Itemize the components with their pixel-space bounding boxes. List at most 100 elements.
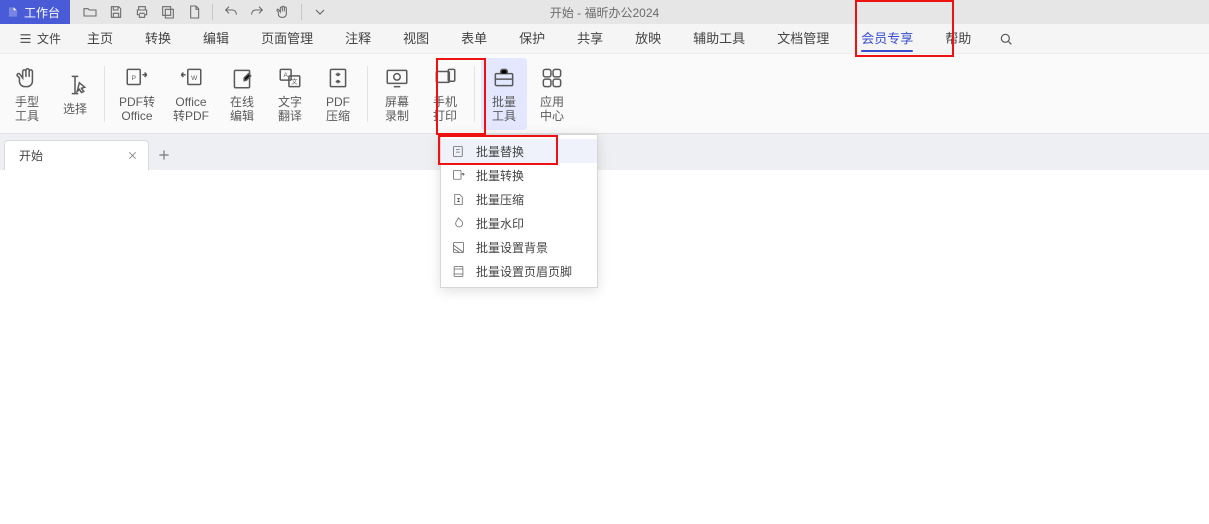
ribbon-translate[interactable]: A文 文字 翻译 bbox=[267, 58, 313, 130]
ribbon-screen-record[interactable]: 屏幕 录制 bbox=[374, 58, 420, 130]
file-menu[interactable]: 文件 bbox=[10, 26, 69, 52]
menu-view[interactable]: 视图 bbox=[389, 24, 443, 54]
redo-icon bbox=[249, 4, 265, 20]
ribbon-app-center[interactable]: 应用 中心 bbox=[529, 58, 575, 130]
dd-batch-replace[interactable]: 批量替换 bbox=[441, 139, 597, 163]
menu-home[interactable]: 主页 bbox=[73, 24, 127, 54]
ribbon-hand-tool[interactable]: 手型 工具 bbox=[4, 58, 50, 130]
hand-icon bbox=[275, 4, 291, 20]
menu-search-button[interactable] bbox=[995, 28, 1017, 50]
menu-convert[interactable]: 转换 bbox=[131, 24, 185, 54]
menu-present[interactable]: 放映 bbox=[621, 24, 675, 54]
cursor-text-icon bbox=[62, 72, 88, 98]
menu-protect[interactable]: 保护 bbox=[505, 24, 559, 54]
save-button[interactable] bbox=[104, 1, 128, 23]
save-as-button[interactable] bbox=[156, 1, 180, 23]
ribbon-label: 应用 中心 bbox=[540, 95, 564, 123]
qat-customize-button[interactable] bbox=[308, 1, 332, 23]
convert-icon: P bbox=[124, 65, 150, 91]
menu-tools[interactable]: 辅助工具 bbox=[679, 24, 759, 54]
ribbon-pdf-to-office[interactable]: P PDF转 Office bbox=[111, 58, 163, 130]
dd-batch-header-footer[interactable]: 批量设置页眉页脚 bbox=[441, 259, 597, 283]
new-button[interactable] bbox=[182, 1, 206, 23]
svg-text:W: W bbox=[191, 75, 198, 82]
dd-label: 批量设置背景 bbox=[476, 239, 548, 256]
menu-label: 注释 bbox=[345, 31, 371, 46]
folder-open-icon bbox=[82, 4, 98, 20]
dd-batch-background[interactable]: 批量设置背景 bbox=[441, 235, 597, 259]
ribbon-online-edit[interactable]: 在线 编辑 bbox=[219, 58, 265, 130]
ribbon-select[interactable]: 选择 bbox=[52, 58, 98, 130]
dd-batch-convert[interactable]: 批量转换 bbox=[441, 163, 597, 187]
qat-separator bbox=[212, 4, 213, 20]
ribbon-mobile-print[interactable]: 手机 打印 bbox=[422, 58, 468, 130]
ribbon-compress[interactable]: PDF 压缩 bbox=[315, 58, 361, 130]
open-button[interactable] bbox=[78, 1, 102, 23]
convert-icon bbox=[451, 168, 466, 183]
dd-batch-watermark[interactable]: 批量水印 bbox=[441, 211, 597, 235]
svg-text:A: A bbox=[283, 71, 288, 78]
ribbon-label: 屏幕 录制 bbox=[385, 95, 409, 123]
dd-label: 批量设置页眉页脚 bbox=[476, 263, 572, 280]
menu-label: 表单 bbox=[461, 31, 487, 46]
dd-label: 批量转换 bbox=[476, 167, 524, 184]
print-icon bbox=[134, 4, 150, 20]
menu-help[interactable]: 帮助 bbox=[931, 24, 985, 54]
watermark-icon bbox=[451, 216, 466, 231]
compress-icon bbox=[325, 65, 351, 91]
ribbon-label: 在线 编辑 bbox=[230, 95, 254, 123]
hamburger-icon bbox=[18, 31, 33, 46]
menu-label: 视图 bbox=[403, 31, 429, 46]
svg-text:文: 文 bbox=[291, 76, 298, 85]
menu-member[interactable]: 会员专享 bbox=[847, 24, 927, 54]
menu-label: 主页 bbox=[87, 31, 113, 46]
app-logo-icon bbox=[6, 5, 20, 19]
menu-form[interactable]: 表单 bbox=[447, 24, 501, 54]
dd-label: 批量压缩 bbox=[476, 191, 524, 208]
menu-label: 帮助 bbox=[945, 31, 971, 46]
ribbon-batch-tools[interactable]: 批量 工具 bbox=[481, 58, 527, 130]
file-menu-label: 文件 bbox=[37, 30, 61, 47]
menu-label: 共享 bbox=[577, 31, 603, 46]
dd-batch-compress[interactable]: 批量压缩 bbox=[441, 187, 597, 211]
hand-button[interactable] bbox=[271, 1, 295, 23]
close-tab-button[interactable] bbox=[124, 148, 140, 164]
background-icon bbox=[451, 240, 466, 255]
undo-button[interactable] bbox=[219, 1, 243, 23]
workspace-label: 工作台 bbox=[24, 4, 60, 21]
new-doc-icon bbox=[186, 4, 202, 20]
ribbon-label: 文字 翻译 bbox=[278, 95, 302, 123]
ribbon-label: 手型 工具 bbox=[15, 95, 39, 123]
ribbon-separator bbox=[474, 66, 475, 122]
menu-page[interactable]: 页面管理 bbox=[247, 24, 327, 54]
menu-share[interactable]: 共享 bbox=[563, 24, 617, 54]
ribbon-office-to-pdf[interactable]: W Office 转PDF bbox=[165, 58, 217, 130]
replace-icon bbox=[451, 144, 466, 159]
new-tab-button[interactable] bbox=[149, 140, 179, 170]
qat-separator bbox=[301, 4, 302, 20]
ribbon-label: PDF 压缩 bbox=[326, 95, 350, 123]
ribbon-label: Office 转PDF bbox=[173, 95, 209, 123]
menu-label: 保护 bbox=[519, 31, 545, 46]
translate-icon: A文 bbox=[277, 65, 303, 91]
menu-edit[interactable]: 编辑 bbox=[189, 24, 243, 54]
dd-label: 批量水印 bbox=[476, 215, 524, 232]
workspace-button[interactable]: 工作台 bbox=[0, 0, 70, 24]
ribbon-label: 手机 打印 bbox=[433, 95, 457, 123]
menu-docmgmt[interactable]: 文档管理 bbox=[763, 24, 843, 54]
menu-label: 转换 bbox=[145, 31, 171, 46]
svg-text:P: P bbox=[132, 75, 136, 82]
ribbon: 手型 工具 选择 P PDF转 Office W Office 转PDF 在线 … bbox=[0, 54, 1209, 134]
document-tab-label: 开始 bbox=[19, 147, 43, 164]
redo-button[interactable] bbox=[245, 1, 269, 23]
compress-icon bbox=[451, 192, 466, 207]
document-tab[interactable]: 开始 bbox=[4, 140, 149, 170]
print-button[interactable] bbox=[130, 1, 154, 23]
ribbon-label: 选择 bbox=[63, 102, 87, 116]
dd-label: 批量替换 bbox=[476, 143, 524, 160]
close-icon bbox=[127, 150, 138, 161]
batch-tools-dropdown: 批量替换 批量转换 批量压缩 批量水印 批量设置背景 批量设置页眉页脚 bbox=[440, 134, 598, 288]
header-footer-icon bbox=[451, 264, 466, 279]
menu-annotate[interactable]: 注释 bbox=[331, 24, 385, 54]
ribbon-label: PDF转 Office bbox=[119, 95, 155, 123]
